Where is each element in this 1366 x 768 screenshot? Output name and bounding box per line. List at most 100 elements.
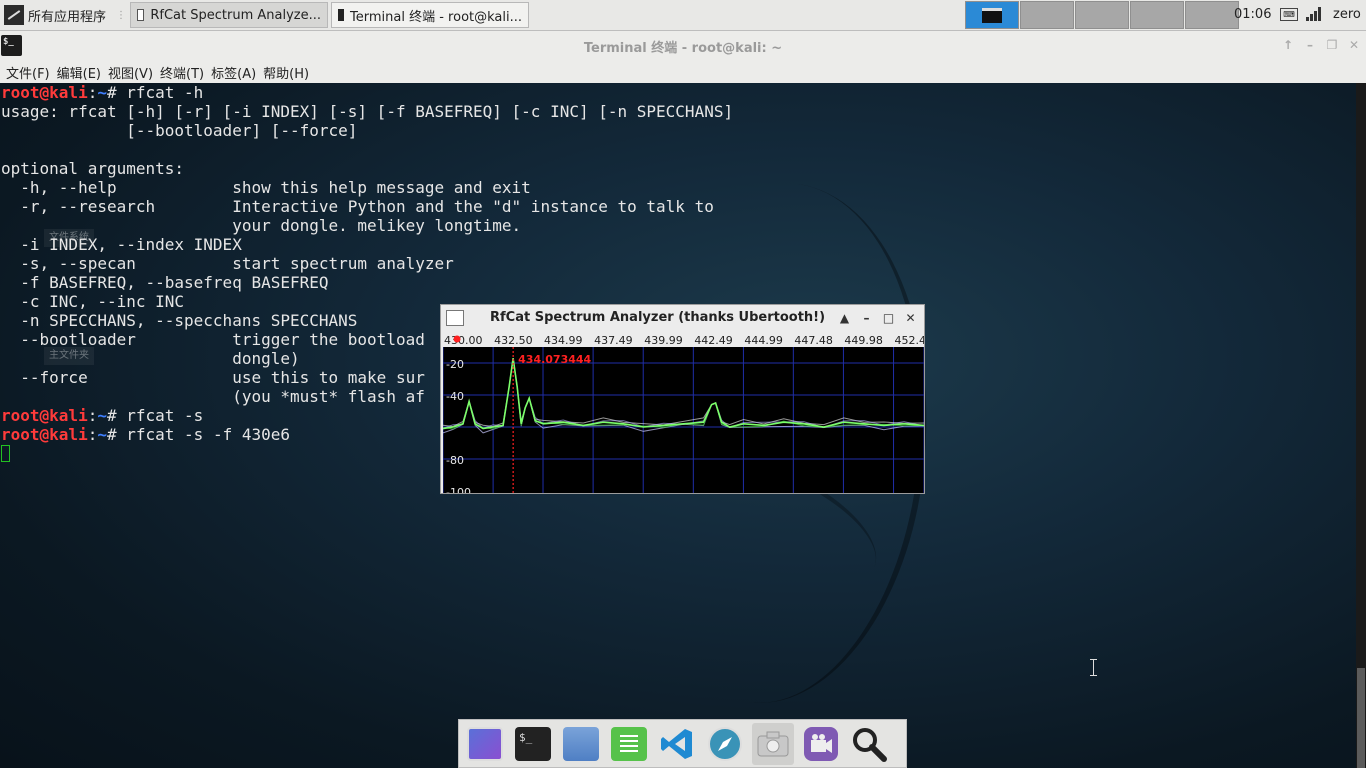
task-button-spectrum[interactable]: RfCat Spectrum Analyze... bbox=[130, 2, 329, 28]
dock-browser[interactable] bbox=[704, 723, 746, 765]
workspace-3[interactable] bbox=[1075, 1, 1129, 29]
spectrum-window[interactable]: RfCat Spectrum Analyzer (thanks Ubertoot… bbox=[440, 304, 925, 494]
minimize-button[interactable]: – bbox=[859, 311, 874, 325]
menu-edit[interactable]: 编辑(E) bbox=[57, 63, 101, 82]
window-controls: ▲ – □ ✕ bbox=[837, 311, 918, 325]
freq-tick-label: 452.48 bbox=[895, 334, 924, 347]
folder-icon bbox=[563, 726, 599, 761]
command-3: rfcat -s -f 430e6 bbox=[126, 425, 291, 444]
menu-terminal[interactable]: 终端(T) bbox=[160, 63, 204, 82]
dock-search[interactable] bbox=[848, 723, 890, 765]
command-2: rfcat -s bbox=[126, 406, 204, 425]
workspace-5[interactable] bbox=[1185, 1, 1239, 29]
dock-files[interactable] bbox=[560, 723, 602, 765]
terminal-menubar: 文件(F) 编辑(E) 视图(V) 终端(T) 标签(A) 帮助(H) bbox=[0, 61, 1366, 83]
user-menu[interactable]: zero bbox=[1333, 7, 1361, 22]
notes-icon bbox=[611, 726, 647, 761]
marker-indicator bbox=[453, 335, 461, 343]
window-controls: ↑ – ❐ ✕ bbox=[1282, 38, 1360, 52]
db-tick-label: -40 bbox=[446, 390, 464, 403]
task-label: RfCat Spectrum Analyze... bbox=[150, 7, 322, 23]
prompt-path: ~ bbox=[97, 83, 107, 102]
dock-notes[interactable] bbox=[608, 723, 650, 765]
window-icon bbox=[137, 9, 145, 21]
show-desktop-icon bbox=[467, 726, 503, 761]
keep-above-icon[interactable]: ↑ bbox=[1282, 38, 1294, 52]
marker-label: 434.073444 bbox=[518, 353, 591, 366]
db-tick-label: -100 bbox=[446, 486, 471, 493]
scrollbar-thumb[interactable] bbox=[1357, 668, 1365, 768]
freq-tick-label: 430.00 bbox=[444, 334, 483, 347]
applications-menu-label: 所有应用程序 bbox=[28, 9, 107, 25]
terminal-titlebar[interactable]: $_ Terminal 终端 - root@kali: ~ ↑ – ❐ ✕ bbox=[0, 31, 1366, 61]
top-panel: 所有应用程序 ⋮ RfCat Spectrum Analyze... Termi… bbox=[0, 0, 1366, 31]
prompt-sep: : bbox=[87, 83, 98, 102]
freq-tick-label: 447.48 bbox=[794, 334, 833, 347]
panel-separator: ⋮ bbox=[116, 9, 127, 21]
prompt-end: # bbox=[106, 425, 127, 444]
dock: $_ bbox=[458, 719, 907, 768]
terminal-cursor bbox=[1, 445, 10, 462]
vscode-icon bbox=[661, 728, 692, 759]
workspace-switcher bbox=[965, 1, 1240, 29]
kali-logo-icon bbox=[4, 5, 24, 25]
task-button-terminal[interactable]: Terminal 终端 - root@kali... bbox=[331, 2, 530, 28]
task-label: Terminal 终端 - root@kali... bbox=[350, 9, 523, 25]
freq-tick-label: 444.99 bbox=[744, 334, 783, 347]
freq-tick-label: 437.49 bbox=[594, 334, 633, 347]
prompt-path: ~ bbox=[97, 425, 107, 444]
close-button[interactable]: ✕ bbox=[1348, 38, 1360, 52]
clock[interactable]: 01:06 bbox=[1234, 7, 1271, 22]
menu-tabs[interactable]: 标签(A) bbox=[211, 63, 256, 82]
prompt-sep: : bbox=[87, 406, 98, 425]
prompt-user: root@kali bbox=[1, 406, 88, 425]
terminal-icon bbox=[338, 9, 345, 21]
workspace-2[interactable] bbox=[1020, 1, 1074, 29]
applications-menu[interactable]: 所有应用程序 bbox=[0, 0, 112, 30]
prompt-end: # bbox=[106, 83, 127, 102]
dock-show-desktop[interactable] bbox=[464, 723, 506, 765]
prompt-end: # bbox=[106, 406, 127, 425]
spectrum-svg: 430.00 432.50 434.99 437.49 439.99 442.49 444.… bbox=[443, 332, 924, 493]
terminal-title: Terminal 终端 - root@kali: ~ bbox=[583, 40, 783, 56]
menu-file[interactable]: 文件(F) bbox=[6, 63, 50, 82]
freq-tick-label: 432.50 bbox=[494, 334, 533, 347]
workspace-1[interactable] bbox=[965, 1, 1019, 29]
terminal-icon: $_ bbox=[515, 726, 551, 761]
dock-screenshot[interactable] bbox=[752, 722, 794, 765]
maximize-button[interactable]: □ bbox=[881, 311, 896, 325]
terminal-app-icon: $_ bbox=[1, 35, 22, 56]
spectrum-titlebar[interactable]: RfCat Spectrum Analyzer (thanks Ubertoot… bbox=[441, 305, 924, 331]
video-recorder-icon bbox=[804, 726, 838, 761]
maximize-button[interactable]: ❐ bbox=[1326, 38, 1338, 52]
keep-above-icon[interactable]: ▲ bbox=[837, 311, 852, 325]
spectrum-plot[interactable]: 430.00 432.50 434.99 437.49 439.99 442.49 444.… bbox=[443, 332, 924, 493]
mouse-ibeam-cursor bbox=[1090, 659, 1100, 676]
terminal-scrollbar[interactable] bbox=[1356, 83, 1366, 768]
prompt-user: root@kali bbox=[1, 83, 88, 102]
db-tick-label: -80 bbox=[446, 454, 464, 467]
freq-tick-label: 449.98 bbox=[844, 334, 883, 347]
prompt-sep: : bbox=[87, 425, 98, 444]
dock-terminal[interactable]: $_ bbox=[512, 723, 554, 765]
workspace-window-icon bbox=[982, 7, 1002, 23]
command-1: rfcat -h bbox=[126, 83, 204, 102]
compass-browser-icon bbox=[708, 726, 742, 761]
workspace-4[interactable] bbox=[1130, 1, 1184, 29]
prompt-user: root@kali bbox=[1, 425, 88, 444]
window-app-icon bbox=[446, 310, 464, 326]
dock-video[interactable] bbox=[800, 723, 842, 765]
freq-tick-label: 439.99 bbox=[644, 334, 683, 347]
freq-tick-label: 434.99 bbox=[544, 334, 583, 347]
menu-help[interactable]: 帮助(H) bbox=[263, 63, 309, 82]
network-signal-icon[interactable] bbox=[1306, 7, 1322, 21]
keyboard-icon[interactable]: ⌨ bbox=[1280, 8, 1298, 21]
dock-vscode[interactable] bbox=[656, 723, 698, 765]
minimize-button[interactable]: – bbox=[1304, 38, 1316, 52]
close-button[interactable]: ✕ bbox=[903, 311, 918, 325]
spectrum-title: RfCat Spectrum Analyzer (thanks Ubertoot… bbox=[490, 310, 826, 325]
search-icon bbox=[853, 727, 887, 762]
prompt-path: ~ bbox=[97, 406, 107, 425]
menu-view[interactable]: 视图(V) bbox=[108, 63, 153, 82]
camera-icon bbox=[757, 731, 789, 756]
